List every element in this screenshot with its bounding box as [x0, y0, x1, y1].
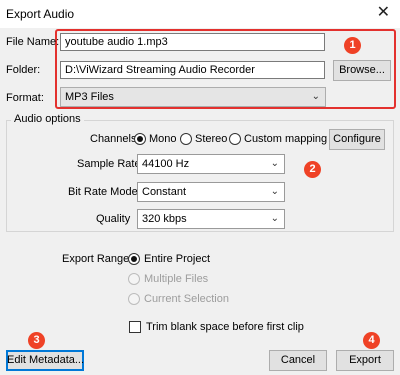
trim-blank-checkbox[interactable]	[129, 321, 141, 333]
folder-input[interactable]: D:\ViWizard Streaming Audio Recorder	[60, 61, 325, 79]
chevron-down-icon: ⌄	[270, 186, 279, 197]
sample-rate-select[interactable]: 44100 Hz ⌄	[137, 154, 285, 174]
bit-rate-mode-label: Bit Rate Mode	[68, 186, 138, 198]
radio-mono[interactable]	[134, 133, 146, 145]
annotation-badge-1: 1	[344, 37, 361, 54]
format-select-value: MP3 Files	[65, 91, 114, 103]
radio-stereo-label: Stereo	[195, 133, 228, 145]
annotation-badge-4: 4	[363, 332, 380, 349]
export-audio-dialog: Export Audio ✕ File Name: youtube audio …	[0, 0, 400, 375]
radio-stereo[interactable]	[180, 133, 192, 145]
radio-entire-project-label: Entire Project	[144, 253, 211, 265]
edit-metadata-button[interactable]: Edit Metadata...	[6, 350, 84, 371]
chevron-down-icon: ⌄	[311, 91, 320, 102]
radio-multiple-files-label: Multiple Files	[144, 273, 209, 285]
quality-select[interactable]: 320 kbps ⌄	[137, 209, 285, 229]
configure-button[interactable]: Configure	[329, 129, 385, 150]
bit-rate-mode-select[interactable]: Constant ⌄	[137, 182, 285, 202]
quality-label: Quality	[96, 213, 131, 225]
chevron-down-icon: ⌄	[270, 158, 279, 169]
browse-button[interactable]: Browse...	[333, 60, 391, 81]
format-select[interactable]: MP3 Files ⌄	[60, 87, 326, 107]
radio-current-selection[interactable]	[128, 293, 140, 305]
radio-custom-mapping-label: Custom mapping	[244, 133, 328, 145]
bit-rate-mode-value: Constant	[142, 186, 187, 198]
export-button[interactable]: Export	[336, 350, 394, 371]
channels-label: Channels	[90, 133, 137, 145]
radio-entire-project[interactable]	[128, 253, 140, 265]
annotation-badge-2: 2	[304, 161, 321, 178]
close-icon[interactable]: ✕	[377, 3, 390, 23]
format-label: Format:	[6, 92, 44, 104]
chevron-down-icon: ⌄	[270, 213, 279, 224]
file-name-label: File Name:	[6, 36, 60, 48]
sample-rate-label: Sample Rate	[77, 158, 141, 170]
radio-current-selection-label: Current Selection	[144, 293, 229, 305]
export-range-label: Export Range:	[62, 253, 133, 265]
dialog-title: Export Audio	[6, 7, 75, 21]
radio-multiple-files[interactable]	[128, 273, 140, 285]
quality-value: 320 kbps	[142, 213, 187, 225]
radio-custom-mapping[interactable]	[229, 133, 241, 145]
folder-label: Folder:	[6, 64, 41, 76]
file-name-input[interactable]: youtube audio 1.mp3	[60, 33, 325, 51]
audio-options-title: Audio options	[11, 113, 84, 125]
trim-blank-label: Trim blank space before first clip	[146, 321, 304, 333]
title-bar: Export Audio ✕	[0, 0, 400, 28]
annotation-badge-3: 3	[28, 332, 45, 349]
radio-mono-label: Mono	[149, 133, 177, 145]
sample-rate-value: 44100 Hz	[142, 158, 190, 170]
cancel-button[interactable]: Cancel	[269, 350, 327, 371]
